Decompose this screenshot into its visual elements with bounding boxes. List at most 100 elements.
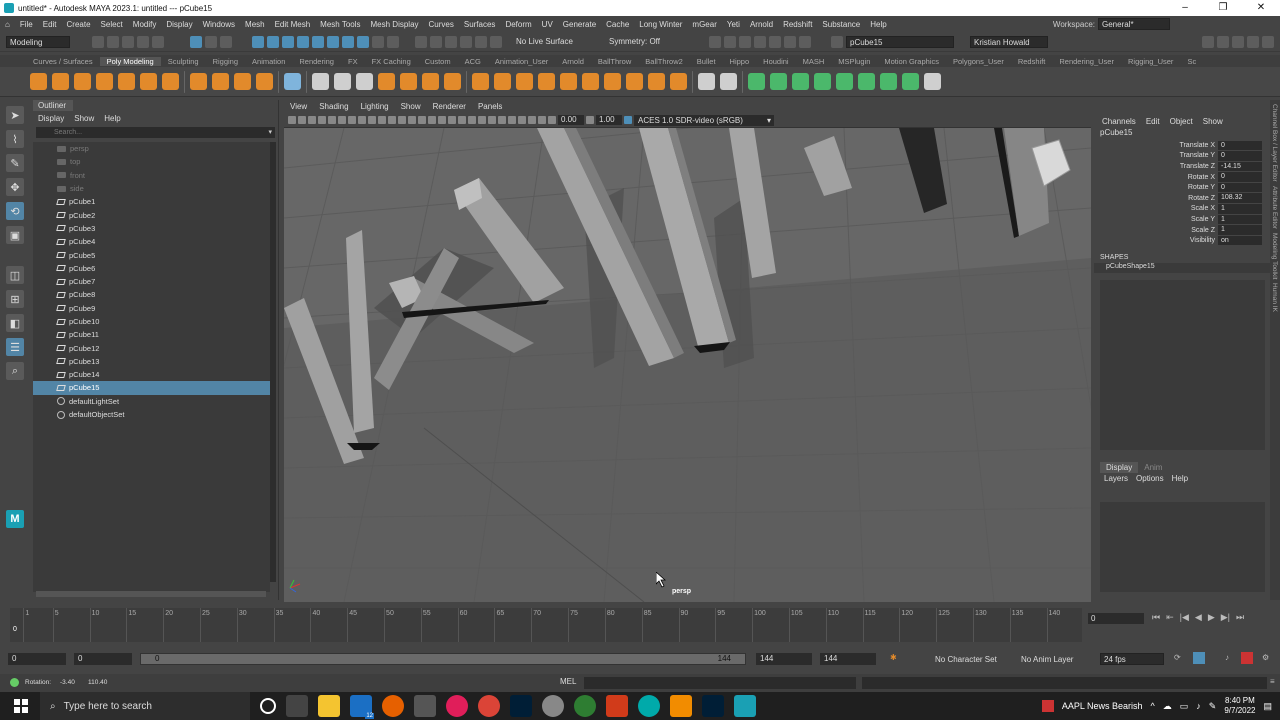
sweep-mesh-icon[interactable] xyxy=(212,73,229,90)
snap-surface-icon[interactable] xyxy=(475,35,487,48)
start-time-field[interactable]: 0 xyxy=(8,653,66,665)
channel-attribute-value[interactable]: 0 xyxy=(1218,182,1262,193)
symmetry-dropdown[interactable]: Symmetry: Off xyxy=(609,37,689,46)
snap-view-icon[interactable] xyxy=(460,35,472,48)
search-icon[interactable]: ⌕ xyxy=(6,362,24,380)
bridge-icon[interactable] xyxy=(444,73,461,90)
select-tool-icon[interactable]: ➤ xyxy=(6,106,24,124)
rename-icon[interactable] xyxy=(831,35,843,48)
range-slider[interactable]: 0 144 xyxy=(140,653,746,665)
network-icon[interactable]: ▭ xyxy=(1180,701,1189,712)
outliner-item[interactable]: pCube1 xyxy=(33,195,270,208)
anim-end-field[interactable]: 144 xyxy=(756,653,812,665)
mail-icon[interactable]: 12 xyxy=(350,695,374,719)
shelf-tab[interactable]: BallThrow xyxy=(591,57,638,66)
depth-of-field-icon[interactable] xyxy=(498,116,506,124)
app-icon-1[interactable] xyxy=(542,695,564,717)
menu-deform[interactable]: Deform xyxy=(500,20,536,29)
grease-pencil-icon[interactable] xyxy=(328,116,336,124)
office-icon[interactable] xyxy=(606,695,628,717)
render-icon-4[interactable] xyxy=(754,35,766,48)
field-chart-icon[interactable] xyxy=(378,116,386,124)
shelf-tab[interactable]: Rigging xyxy=(206,57,245,66)
sound-icon[interactable]: ♪ xyxy=(1225,653,1229,662)
close-button[interactable]: ✕ xyxy=(1242,0,1280,16)
record-icon[interactable] xyxy=(1241,652,1253,664)
channel-attribute-name[interactable]: Scale Z xyxy=(1094,227,1218,234)
layer-tab-anim[interactable]: Anim xyxy=(1138,462,1168,473)
layout-two-icon[interactable]: ◧ xyxy=(6,314,24,332)
redo-icon[interactable] xyxy=(152,35,164,48)
side-tab-modeling-toolkit[interactable]: Modeling Toolkit xyxy=(1271,233,1278,280)
exposure-icon[interactable] xyxy=(548,116,556,124)
snap-point-icon[interactable] xyxy=(445,35,457,48)
smooth-icon[interactable] xyxy=(356,73,373,90)
outliner-menu-help[interactable]: Help xyxy=(104,114,120,123)
menu-help[interactable]: Help xyxy=(865,20,891,29)
render-icon-5[interactable] xyxy=(769,35,781,48)
end-time-field[interactable]: 144 xyxy=(820,653,876,665)
help-menu[interactable]: Help xyxy=(1172,474,1188,483)
camera-lock-icon[interactable] xyxy=(298,116,306,124)
viewport-menu-show[interactable]: Show xyxy=(395,102,427,111)
safe-action-icon[interactable] xyxy=(388,116,396,124)
shelf-tab[interactable]: Rigging_User xyxy=(1121,57,1180,66)
panel-layout-icon-5[interactable] xyxy=(1262,35,1274,48)
shelf-tab[interactable]: Hippo xyxy=(723,57,757,66)
workspace-dropdown[interactable]: General* xyxy=(1098,18,1170,30)
app-icon-2[interactable] xyxy=(574,695,596,717)
firefox-icon[interactable] xyxy=(382,695,404,717)
panel-layout-icon-1[interactable] xyxy=(1202,35,1214,48)
outliner-search-input[interactable]: Search... ▾ xyxy=(36,127,275,138)
shelf-tab-active[interactable]: Poly Modeling xyxy=(99,56,161,66)
vlc-icon[interactable] xyxy=(670,695,692,717)
side-tab-attribute-editor[interactable]: Attribute Editor xyxy=(1271,186,1278,229)
outliner-item[interactable]: defaultLightSet xyxy=(33,395,270,408)
merge-icon[interactable] xyxy=(538,73,555,90)
live-surface-field[interactable]: No Live Surface xyxy=(516,37,606,46)
outliner-item[interactable]: pCube12 xyxy=(33,341,270,354)
home-icon[interactable]: ⌂ xyxy=(0,20,15,29)
start-icon[interactable] xyxy=(14,699,28,713)
menu-mesh[interactable]: Mesh xyxy=(240,20,270,29)
channel-attribute-name[interactable]: Rotate Y xyxy=(1094,184,1218,191)
menu-generate[interactable]: Generate xyxy=(558,20,601,29)
menu-windows[interactable]: Windows xyxy=(198,20,240,29)
gate-mask-icon[interactable] xyxy=(368,116,376,124)
image-plane-icon[interactable] xyxy=(318,116,326,124)
options-menu[interactable]: Options xyxy=(1136,474,1164,483)
menu-long-winter[interactable]: Long Winter xyxy=(634,20,687,29)
shelf-tab[interactable]: Houdini xyxy=(756,57,795,66)
gamma-icon[interactable] xyxy=(586,116,594,124)
menu-curves[interactable]: Curves xyxy=(424,20,459,29)
menu-yeti[interactable]: Yeti xyxy=(722,20,745,29)
layers-menu[interactable]: Layers xyxy=(1104,474,1128,483)
paint-select-icon[interactable]: ✎ xyxy=(6,154,24,172)
mirror-icon[interactable] xyxy=(400,73,417,90)
shelf-tab[interactable]: Bullet xyxy=(690,57,723,66)
viewport-menu-lighting[interactable]: Lighting xyxy=(355,102,395,111)
chrome-icon[interactable] xyxy=(478,695,500,717)
poly-cylinder-icon[interactable] xyxy=(74,73,91,90)
snap-curve-icon[interactable] xyxy=(430,35,442,48)
layout-outliner-icon[interactable]: ☰ xyxy=(6,338,24,356)
gamma-field[interactable]: 1.00 xyxy=(596,115,622,125)
outliner-item[interactable]: pCube10 xyxy=(33,315,270,328)
outliner-item[interactable]: pCube13 xyxy=(33,355,270,368)
outliner-horizontal-scrollbar[interactable] xyxy=(36,591,266,597)
select-by-component-icon[interactable] xyxy=(220,35,232,48)
viewport-menu-panels[interactable]: Panels xyxy=(472,102,508,111)
shelf-tab[interactable]: Motion Graphics xyxy=(877,57,946,66)
render-icon-6[interactable] xyxy=(784,35,796,48)
menu-set-dropdown[interactable]: Modeling xyxy=(6,35,70,48)
outliner-menu-show[interactable]: Show xyxy=(74,114,94,123)
isolate-select-icon[interactable] xyxy=(508,116,516,124)
shadows-icon[interactable] xyxy=(458,116,466,124)
task-view-icon[interactable] xyxy=(286,695,308,717)
loop-icon[interactable]: ⟳ xyxy=(1174,653,1181,662)
channel-attribute-name[interactable]: Rotate X xyxy=(1094,174,1218,181)
clock[interactable]: 8:40 PM 9/7/2022 xyxy=(1224,696,1255,716)
menu-mesh-tools[interactable]: Mesh Tools xyxy=(315,20,365,29)
mask-icon-8[interactable] xyxy=(357,35,369,48)
play-backward-icon[interactable]: ◀ xyxy=(1195,612,1202,623)
